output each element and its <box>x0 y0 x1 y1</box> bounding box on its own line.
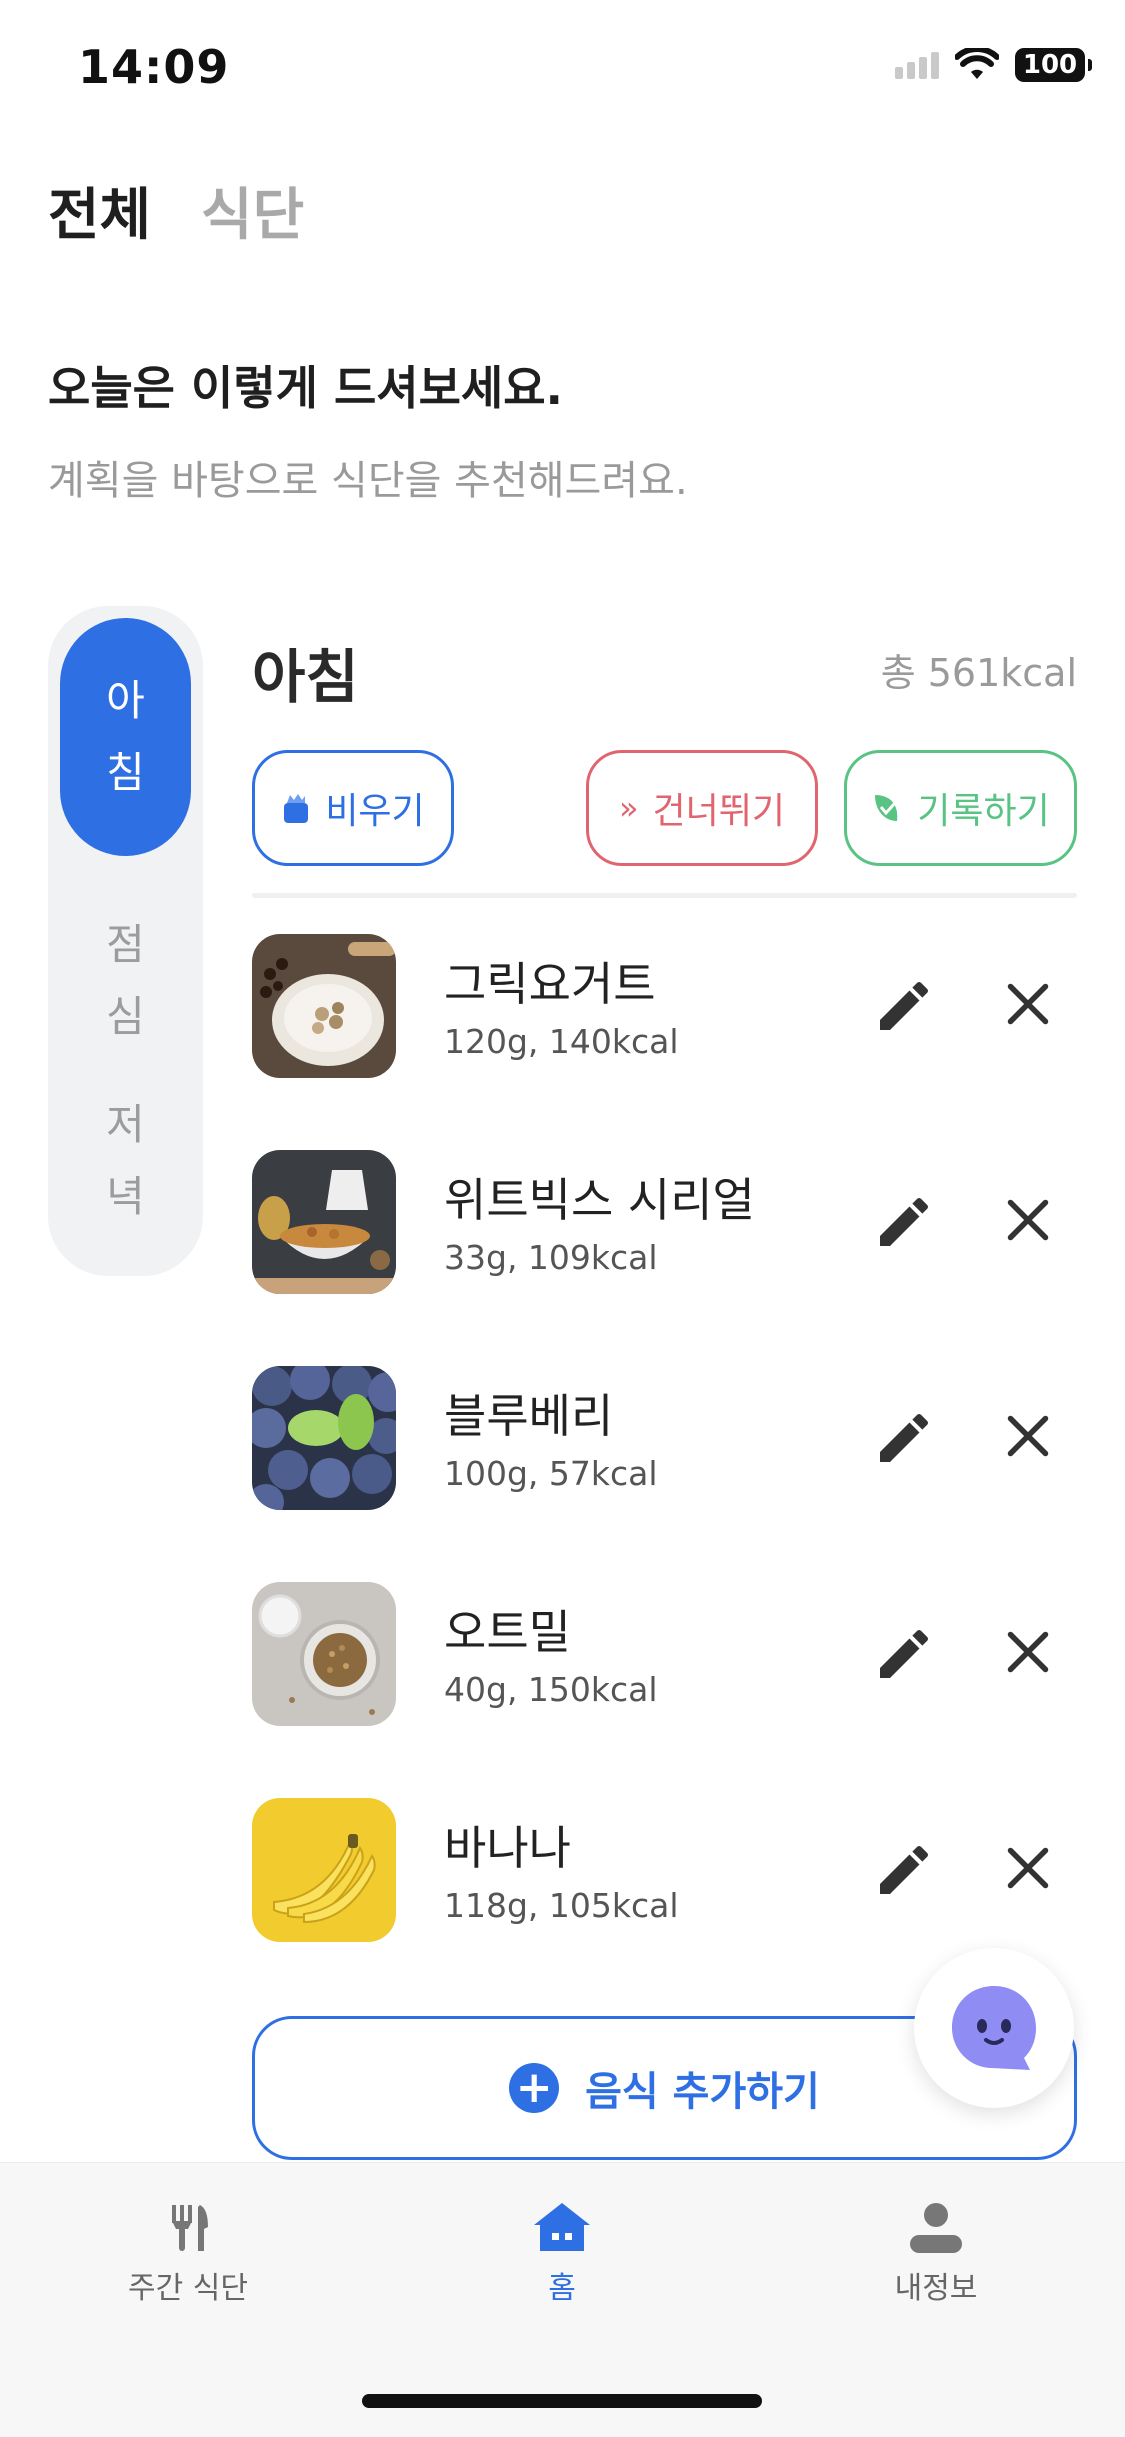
chatbot-face-icon <box>952 1986 1036 2070</box>
food-name: 오트밀 <box>444 1605 571 1659</box>
meal-tab-dinner[interactable]: 저 녁 <box>60 1076 191 1246</box>
edit-pencil-icon[interactable] <box>872 974 936 1038</box>
meal-title: 아침 <box>252 643 359 711</box>
skip-button[interactable]: » 건너뛰기 <box>586 750 818 866</box>
page-headline: 오늘은 이렇게 드셔보세요. <box>48 361 564 415</box>
empty-button-label: 비우기 <box>325 791 425 832</box>
page-subline: 계획을 바탕으로 식단을 추천해드려요. <box>48 458 688 504</box>
food-detail: 120g, 140kcal <box>444 1022 679 1061</box>
home-icon <box>534 2203 590 2251</box>
status-time: 14:09 <box>78 40 230 94</box>
nav-weekly-diet-label: 주간 식단 <box>128 2271 248 2306</box>
nav-home[interactable]: 홈 <box>462 2199 662 2307</box>
empty-button[interactable]: 비우기 <box>252 750 454 866</box>
meal-tab-breakfast[interactable]: 아 침 <box>60 618 191 856</box>
battery-icon: 100 <box>1015 48 1092 82</box>
bin-icon <box>284 794 309 823</box>
food-detail: 33g, 109kcal <box>444 1238 658 1277</box>
meal-tab-lunch[interactable]: 점 심 <box>60 896 191 1066</box>
cellular-signal-icon <box>895 51 939 79</box>
food-name: 위트빅스 시리얼 <box>444 1173 755 1227</box>
food-detail: 118g, 105kcal <box>444 1886 679 1925</box>
blueberry-image <box>252 1366 396 1510</box>
double-chevron-right-icon: » <box>618 789 639 827</box>
oatmeal-image <box>252 1582 396 1726</box>
close-icon[interactable] <box>998 1406 1058 1466</box>
food-name: 그릭요거트 <box>444 957 656 1011</box>
close-icon[interactable] <box>998 974 1058 1034</box>
banana-image <box>252 1798 396 1942</box>
edit-pencil-icon[interactable] <box>872 1622 936 1686</box>
home-indicator <box>362 2394 762 2408</box>
record-button-label: 기록하기 <box>917 791 1050 832</box>
edit-pencil-icon[interactable] <box>872 1406 936 1470</box>
food-name: 바나나 <box>444 1821 571 1875</box>
close-icon[interactable] <box>998 1838 1058 1898</box>
chatbot-button[interactable] <box>914 1948 1074 2108</box>
greek-yogurt-image <box>252 934 396 1078</box>
meal-selector: 아 침 점 심 저 녁 <box>48 606 203 1276</box>
status-bar: 14:09 100 <box>0 0 1125 140</box>
close-icon[interactable] <box>998 1190 1058 1250</box>
divider <box>252 893 1077 898</box>
nav-weekly-diet[interactable]: 주간 식단 <box>88 2199 288 2307</box>
record-button[interactable]: 기록하기 <box>844 750 1077 866</box>
add-food-label: 음식 추가하기 <box>585 2069 820 2115</box>
edit-pencil-icon[interactable] <box>872 1190 936 1254</box>
food-item[interactable]: 위트빅스 시리얼 33g, 109kcal <box>252 1150 1077 1296</box>
top-tabs: 전체 식단 <box>48 170 304 251</box>
nav-my-info-label: 내정보 <box>894 2271 978 2306</box>
food-item[interactable]: 그릭요거트 120g, 140kcal <box>252 934 1077 1080</box>
tab-all[interactable]: 전체 <box>48 170 151 251</box>
food-name: 블루베리 <box>444 1389 614 1443</box>
skip-button-label: 건너뛰기 <box>652 791 786 832</box>
food-item[interactable]: 바나나 118g, 105kcal <box>252 1798 1077 1944</box>
food-item[interactable]: 오트밀 40g, 150kcal <box>252 1582 1077 1728</box>
cereal-image <box>252 1150 396 1294</box>
food-item[interactable]: 블루베리 100g, 57kcal <box>252 1366 1077 1512</box>
wifi-icon <box>955 48 999 79</box>
edit-pencil-icon[interactable] <box>872 1838 936 1902</box>
meal-total-kcal: 총 561kcal <box>880 651 1077 695</box>
nav-home-label: 홈 <box>548 2271 576 2306</box>
food-detail: 100g, 57kcal <box>444 1454 658 1493</box>
food-detail: 40g, 150kcal <box>444 1670 658 1709</box>
leaf-check-icon <box>875 795 898 821</box>
nav-my-info[interactable]: 내정보 <box>836 2199 1036 2307</box>
tab-diet[interactable]: 식단 <box>201 170 304 251</box>
user-icon <box>910 2203 962 2253</box>
plus-circle-icon: + <box>509 2063 560 2113</box>
utensils-icon <box>172 2205 208 2251</box>
close-icon[interactable] <box>998 1622 1058 1682</box>
